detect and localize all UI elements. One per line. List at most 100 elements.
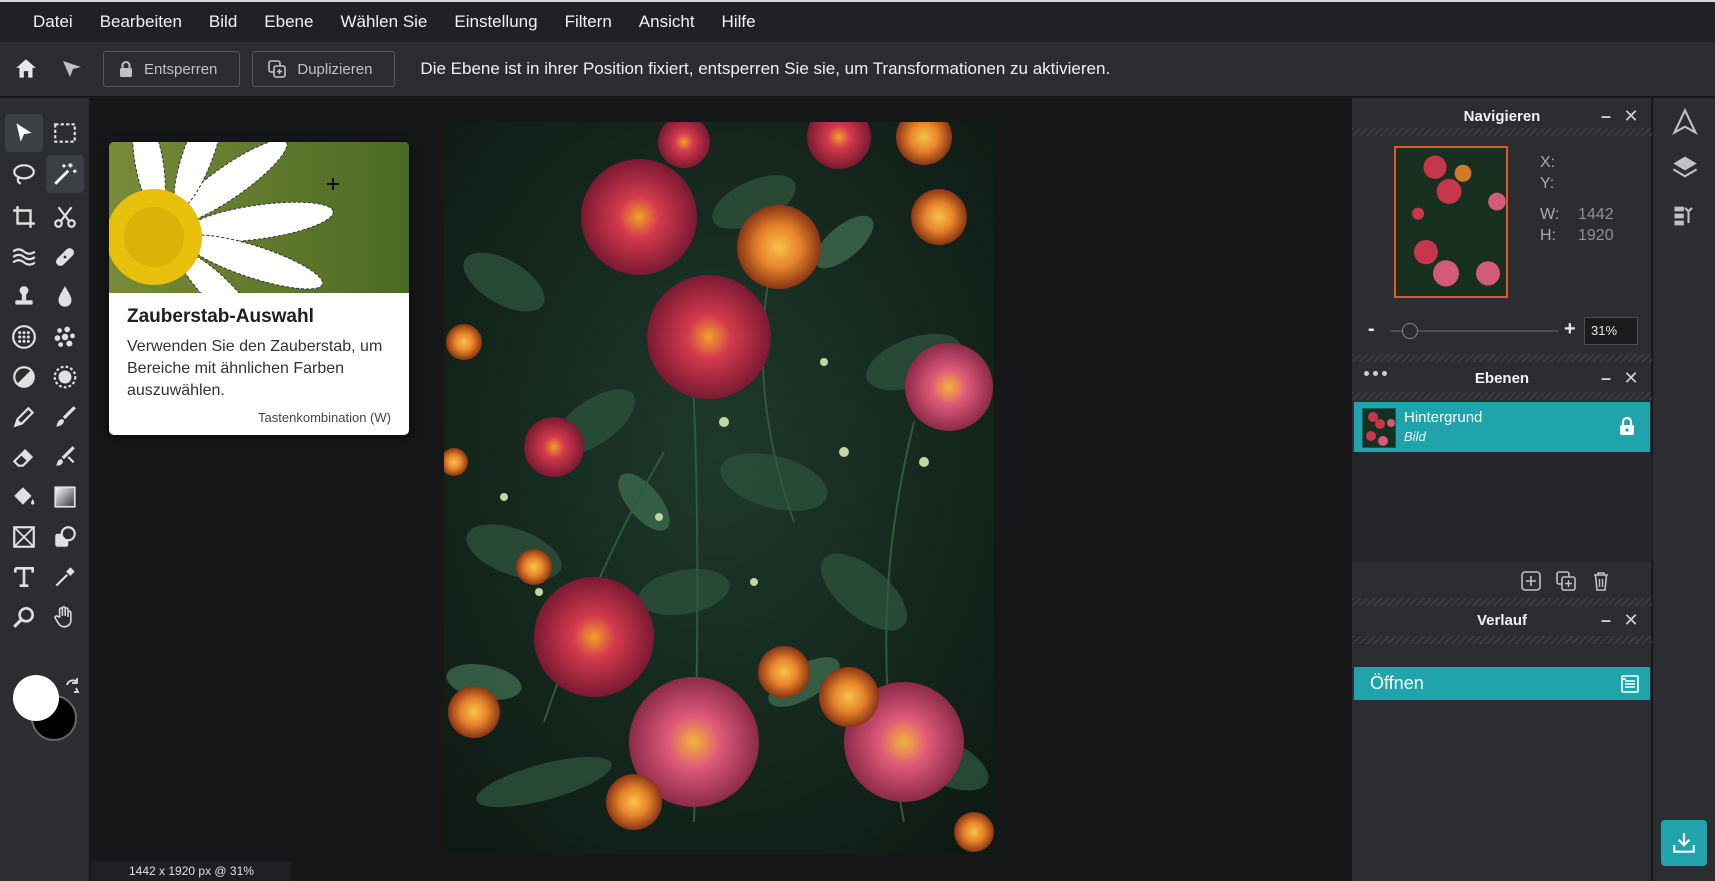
side-icon-strip bbox=[1652, 98, 1715, 881]
trash-icon[interactable] bbox=[1590, 570, 1612, 592]
panel-grip[interactable] bbox=[1352, 128, 1652, 136]
lock-icon[interactable] bbox=[1618, 416, 1636, 436]
lasso-tool-button[interactable] bbox=[5, 155, 43, 193]
sun-icon bbox=[53, 365, 77, 389]
menu-einstellung[interactable]: Einstellung bbox=[454, 12, 537, 32]
sponge-tool-button[interactable] bbox=[46, 358, 84, 396]
unlock-button[interactable]: Entsperren bbox=[103, 51, 241, 87]
layers-header: Ebenen – ✕ bbox=[1352, 360, 1652, 396]
history-icon[interactable] bbox=[1671, 202, 1699, 230]
menu-datei[interactable]: Datei bbox=[33, 12, 73, 32]
menu-ebene[interactable]: Ebene bbox=[264, 12, 313, 32]
frame-tool-button[interactable] bbox=[5, 518, 43, 556]
menu-ansicht[interactable]: Ansicht bbox=[639, 12, 695, 32]
gradient-icon bbox=[54, 486, 76, 508]
swap-colors-icon[interactable] bbox=[62, 676, 82, 696]
pixelate-tool-button[interactable] bbox=[46, 318, 84, 356]
marquee-icon bbox=[54, 123, 76, 143]
foreground-color-swatch[interactable] bbox=[13, 675, 59, 721]
eraser-tool-button[interactable] bbox=[5, 438, 43, 476]
move-tool-icon[interactable] bbox=[59, 56, 85, 82]
panel-grip[interactable] bbox=[1352, 392, 1652, 400]
paint-bucket-icon bbox=[14, 487, 35, 505]
menu-bearbeiten[interactable]: Bearbeiten bbox=[100, 12, 182, 32]
layer-type: Bild bbox=[1404, 429, 1426, 444]
move-tool-button[interactable] bbox=[5, 114, 43, 152]
shapes-icon bbox=[55, 526, 76, 547]
layer-thumbnail bbox=[1362, 408, 1396, 448]
crop-tool-button[interactable] bbox=[5, 198, 43, 236]
menu-bild[interactable]: Bild bbox=[209, 12, 237, 32]
export-button[interactable] bbox=[1661, 820, 1707, 866]
layer-preview-image bbox=[1363, 409, 1395, 447]
fill-tool-button[interactable] bbox=[5, 478, 43, 516]
brush-tool-button[interactable] bbox=[46, 398, 84, 436]
zoom-value-input[interactable]: 31% bbox=[1584, 317, 1638, 345]
eyedropper-tool-button[interactable] bbox=[46, 558, 84, 596]
text-tool-button[interactable] bbox=[5, 558, 43, 596]
zoom-in-button[interactable]: + bbox=[1564, 318, 1576, 341]
lasso-icon bbox=[13, 164, 35, 185]
smudge-tool-button[interactable] bbox=[46, 438, 84, 476]
brush-icon bbox=[56, 406, 76, 427]
duplicate-button[interactable]: Duplizieren bbox=[252, 51, 396, 87]
minimize-icon[interactable]: – bbox=[1597, 368, 1615, 388]
lock-icon bbox=[120, 61, 132, 77]
lock-message: Die Ebene ist in ihrer Position fixiert,… bbox=[420, 59, 1111, 78]
close-icon[interactable]: ✕ bbox=[1622, 610, 1640, 630]
scissors-icon bbox=[54, 206, 76, 228]
duplicate-layer-icon[interactable] bbox=[1555, 570, 1577, 592]
layer-item[interactable]: Hintergrund Bild bbox=[1354, 402, 1650, 452]
history-item[interactable]: Öffnen bbox=[1354, 667, 1650, 700]
stamp-icon bbox=[15, 286, 33, 305]
hand-icon bbox=[54, 606, 72, 628]
add-layer-icon[interactable] bbox=[1520, 570, 1542, 592]
status-bar: 1442 x 1920 px @ 31% bbox=[91, 861, 291, 881]
navigator-thumbnail[interactable] bbox=[1394, 146, 1508, 298]
tool-tooltip-card: Zauberstab-Auswahl Verwenden Sie den Zau… bbox=[109, 142, 409, 435]
eyedropper-icon bbox=[55, 567, 75, 587]
minimize-icon[interactable]: – bbox=[1597, 610, 1615, 630]
pattern-tool-button[interactable] bbox=[5, 318, 43, 356]
navigator-toggle-icon[interactable] bbox=[1671, 108, 1699, 136]
layers-list-area bbox=[1352, 452, 1652, 562]
tooltip-title: Zauberstab-Auswahl bbox=[127, 306, 314, 327]
menu-waehlen-sie[interactable]: Wählen Sie bbox=[340, 12, 427, 32]
minimize-icon[interactable]: – bbox=[1597, 106, 1615, 126]
close-icon[interactable]: ✕ bbox=[1622, 368, 1640, 388]
zoom-controls: - + 31% bbox=[1366, 316, 1646, 346]
menu-filtern[interactable]: Filtern bbox=[565, 12, 612, 32]
navigator-title: Navigieren bbox=[1463, 107, 1541, 125]
close-icon[interactable]: ✕ bbox=[1622, 106, 1640, 126]
panel-grip[interactable] bbox=[1352, 636, 1652, 644]
frame-icon bbox=[13, 526, 35, 548]
zoom-slider-handle[interactable] bbox=[1402, 323, 1419, 339]
hand-tool-button[interactable] bbox=[46, 598, 84, 636]
dodge-tool-button[interactable] bbox=[5, 358, 43, 396]
menu-hilfe[interactable]: Hilfe bbox=[722, 12, 756, 32]
marquee-tool-button[interactable] bbox=[46, 114, 84, 152]
zoom-tool-button[interactable] bbox=[5, 598, 43, 636]
coord-x: X: bbox=[1540, 154, 1556, 171]
liquify-tool-button[interactable] bbox=[5, 238, 43, 276]
bandage-icon bbox=[56, 248, 74, 266]
shape-tool-button[interactable] bbox=[46, 518, 84, 556]
more-options-icon[interactable] bbox=[1364, 371, 1387, 376]
magnifier-icon bbox=[13, 607, 34, 628]
crop-icon bbox=[13, 206, 35, 228]
blur-tool-button[interactable] bbox=[46, 278, 84, 316]
magic-wand-tool-button[interactable] bbox=[46, 155, 84, 193]
gradient-tool-button[interactable] bbox=[46, 478, 84, 516]
layers-icon[interactable] bbox=[1671, 153, 1699, 181]
options-bar: Entsperren Duplizieren Die Ebene ist in … bbox=[0, 42, 1715, 97]
document-icon bbox=[1621, 675, 1639, 693]
stamp-tool-button[interactable] bbox=[5, 278, 43, 316]
heal-tool-button[interactable] bbox=[46, 238, 84, 276]
canvas-image[interactable] bbox=[444, 122, 994, 854]
pen-tool-button[interactable] bbox=[5, 398, 43, 436]
duplicate-icon bbox=[268, 60, 287, 78]
tool-panel bbox=[0, 98, 90, 881]
zoom-out-button[interactable]: - bbox=[1368, 318, 1375, 341]
cut-tool-button[interactable] bbox=[46, 198, 84, 236]
home-icon[interactable] bbox=[13, 56, 39, 82]
